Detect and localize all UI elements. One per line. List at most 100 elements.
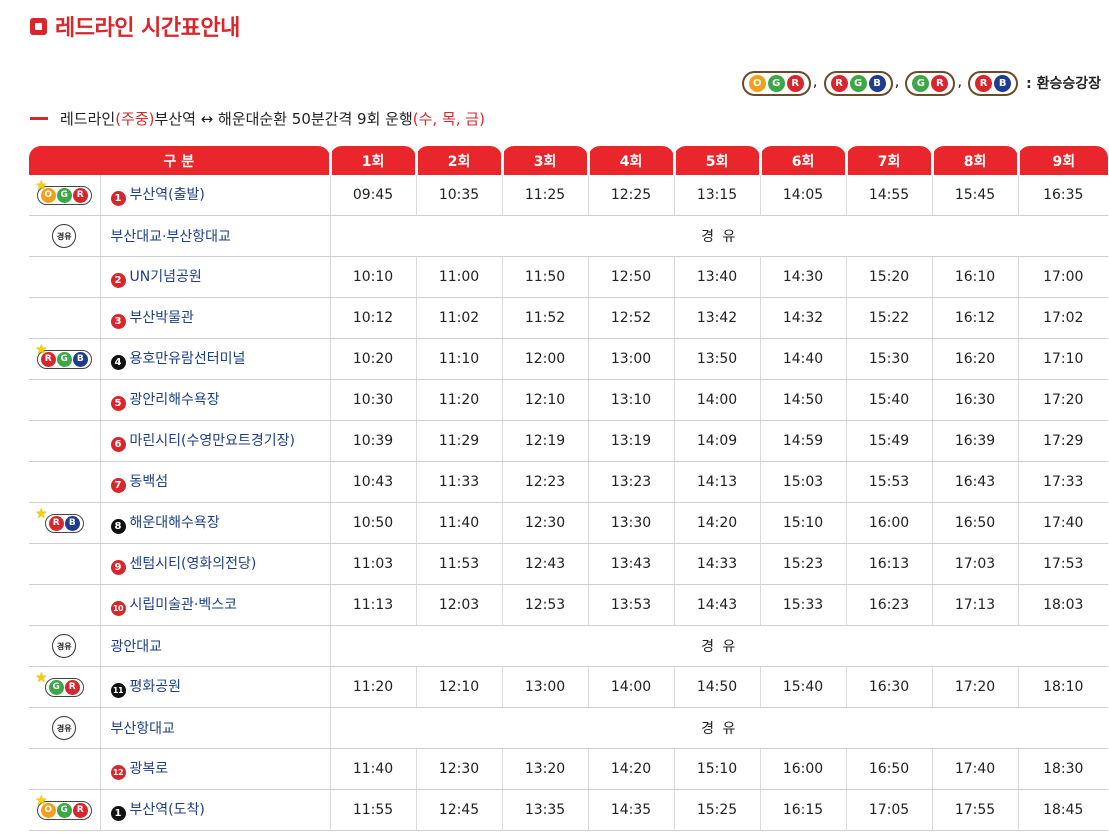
- stop-number-icon: 1: [110, 191, 126, 206]
- stop-name[interactable]: 해운대해수욕장: [130, 515, 220, 531]
- transfer-badge: RB: [44, 513, 84, 533]
- stop-name-cell: 9 센텀시티(영화의전당): [99, 543, 331, 585]
- time-cell: 12:19: [501, 420, 589, 462]
- time-cell: 13:30: [587, 502, 675, 544]
- time-cell: 13:53: [587, 584, 675, 626]
- line-b-dot: B: [64, 515, 80, 531]
- time-cell: 14:50: [759, 379, 847, 421]
- table-row: 2 UN기념공원 10:10 11:00 11:50 12:50 13:40 14:30 15:…: [29, 256, 1109, 298]
- table-row: 경유 부산대교·부산항대교 경 유: [29, 215, 1109, 257]
- stop-name[interactable]: 광안리해수욕장: [130, 392, 220, 408]
- stop-name[interactable]: 부산역(도착): [130, 802, 205, 818]
- time-cell: 17:40: [931, 748, 1019, 790]
- stop-name[interactable]: 마린시티(수영만요트경기장): [130, 433, 295, 449]
- time-cell: 15:33: [759, 584, 847, 626]
- time-cell: 17:33: [1017, 461, 1109, 503]
- line-g-dot: G: [48, 679, 64, 695]
- line-g-dot: G: [912, 74, 930, 92]
- time-cell: 14:30: [759, 256, 847, 298]
- transfer-badge: RGB: [823, 70, 893, 96]
- row-mark: ★ G R: [29, 666, 100, 708]
- stop-name[interactable]: 광복로: [130, 761, 169, 777]
- table-row: 경유 광안대교 경 유: [29, 625, 1109, 667]
- stop-number-icon: 3: [110, 314, 126, 329]
- line-b-dot: B: [72, 351, 88, 367]
- subtitle-line-name: 레드라인: [60, 109, 116, 128]
- stop-name-cell: 부산항대교: [99, 707, 331, 749]
- row-mark: [29, 256, 100, 298]
- time-cell: 11:50: [501, 256, 589, 298]
- time-cell: 12:50: [587, 256, 675, 298]
- stop-name[interactable]: 용호만유람선터미널: [130, 351, 246, 367]
- time-cell: 14:09: [673, 420, 761, 462]
- stop-name-cell: 2 UN기념공원: [99, 256, 331, 298]
- row-mark: 경유: [29, 625, 100, 667]
- time-cell: 12:23: [501, 461, 589, 503]
- time-cell: 16:30: [931, 379, 1019, 421]
- title-bullet-icon: [30, 17, 47, 35]
- time-cell: 15:25: [673, 789, 761, 831]
- time-cell: 13:42: [673, 297, 761, 339]
- stop-name-cell: 광안대교: [99, 625, 331, 667]
- time-cell: 12:53: [501, 584, 589, 626]
- stop-number-icon: 8: [110, 519, 126, 534]
- line-r-dot: R: [72, 802, 88, 818]
- stop-name-cell: 10 시립미술관·벡스코: [99, 584, 331, 626]
- stop-number-icon: 2: [110, 273, 126, 288]
- header-run-5: 5회: [672, 146, 761, 175]
- time-cell: 13:19: [587, 420, 675, 462]
- stop-name[interactable]: 부산박물관: [130, 310, 194, 326]
- row-mark: [29, 461, 100, 503]
- header-run-7: 7회: [844, 146, 933, 175]
- table-row: 경유 부산항대교 경 유: [29, 707, 1109, 749]
- time-cell: 13:40: [673, 256, 761, 298]
- stop-name[interactable]: UN기념공원: [130, 269, 202, 285]
- time-cell: 11:20: [329, 666, 417, 708]
- stop-name[interactable]: 평화공원: [130, 679, 182, 695]
- line-r-dot: R: [48, 515, 64, 531]
- table-row: ★ G R 11 평화공원 11:20 12:10 13:00 14:00 14:50 15:40 1…: [29, 666, 1109, 708]
- legend-description: : 환승승강장: [1026, 76, 1101, 92]
- time-cell: 14:50: [673, 666, 761, 708]
- legend-badges: OGR,RGB,GR,RB: [741, 70, 1019, 96]
- time-cell: 17:13: [931, 584, 1019, 626]
- time-cell: 17:05: [845, 789, 933, 831]
- time-cell: 11:52: [501, 297, 589, 339]
- stop-name-cell: 1 부산역(도착): [99, 789, 331, 831]
- table-row: 12 광복로 11:40 12:30 13:20 14:20 15:10 16:00 16:50…: [29, 748, 1109, 790]
- stop-number-icon: 7: [110, 478, 126, 493]
- line-r-dot: R: [72, 187, 88, 203]
- time-cell: 11:40: [329, 748, 417, 790]
- stop-name[interactable]: 동백섬: [130, 474, 169, 490]
- row-mark: ★ R G B: [29, 338, 100, 380]
- row-mark: ★ O G R: [29, 789, 100, 831]
- time-cell: 16:50: [931, 502, 1019, 544]
- time-cell: 09:45: [329, 175, 417, 216]
- stop-name[interactable]: 부산항대교: [111, 721, 175, 737]
- stop-name[interactable]: 센텀시티(영화의전당): [130, 556, 257, 572]
- star-icon: ★: [35, 506, 48, 522]
- stop-name[interactable]: 시립미술관·벡스코: [130, 597, 238, 613]
- stop-name-cell: 6 마린시티(수영만요트경기장): [99, 420, 331, 462]
- stop-name[interactable]: 부산역(출발): [130, 187, 205, 203]
- time-cell: 13:10: [587, 379, 675, 421]
- line-g-dot: G: [767, 74, 785, 92]
- stop-name[interactable]: 광안대교: [111, 639, 163, 655]
- time-cell: 16:15: [759, 789, 847, 831]
- time-cell: 13:35: [501, 789, 589, 831]
- time-cell: 17:40: [1017, 502, 1109, 544]
- stop-name[interactable]: 부산대교·부산항대교: [111, 229, 231, 245]
- time-cell: 12:10: [501, 379, 589, 421]
- time-cell: 10:43: [329, 461, 417, 503]
- time-cell: 15:23: [759, 543, 847, 585]
- transfer-badge: RB: [968, 70, 1019, 96]
- line-o-dot: O: [748, 74, 766, 92]
- line-r-dot: R: [975, 74, 993, 92]
- timetable-header: 구 분 1회 2회 3회 4회 5회 6회 7회 8회 9회: [29, 146, 1109, 175]
- time-cell: 10:30: [329, 379, 417, 421]
- row-mark: [29, 543, 100, 585]
- star-icon: ★: [35, 342, 48, 358]
- subtitle-route: 부산역 ↔ 해운대순환 50분간격 9회 운행: [154, 109, 413, 128]
- table-row: 3 부산박물관 10:12 11:02 11:52 12:52 13:42 14:32 15:2…: [29, 297, 1109, 339]
- stop-name-cell: 11 평화공원: [99, 666, 331, 708]
